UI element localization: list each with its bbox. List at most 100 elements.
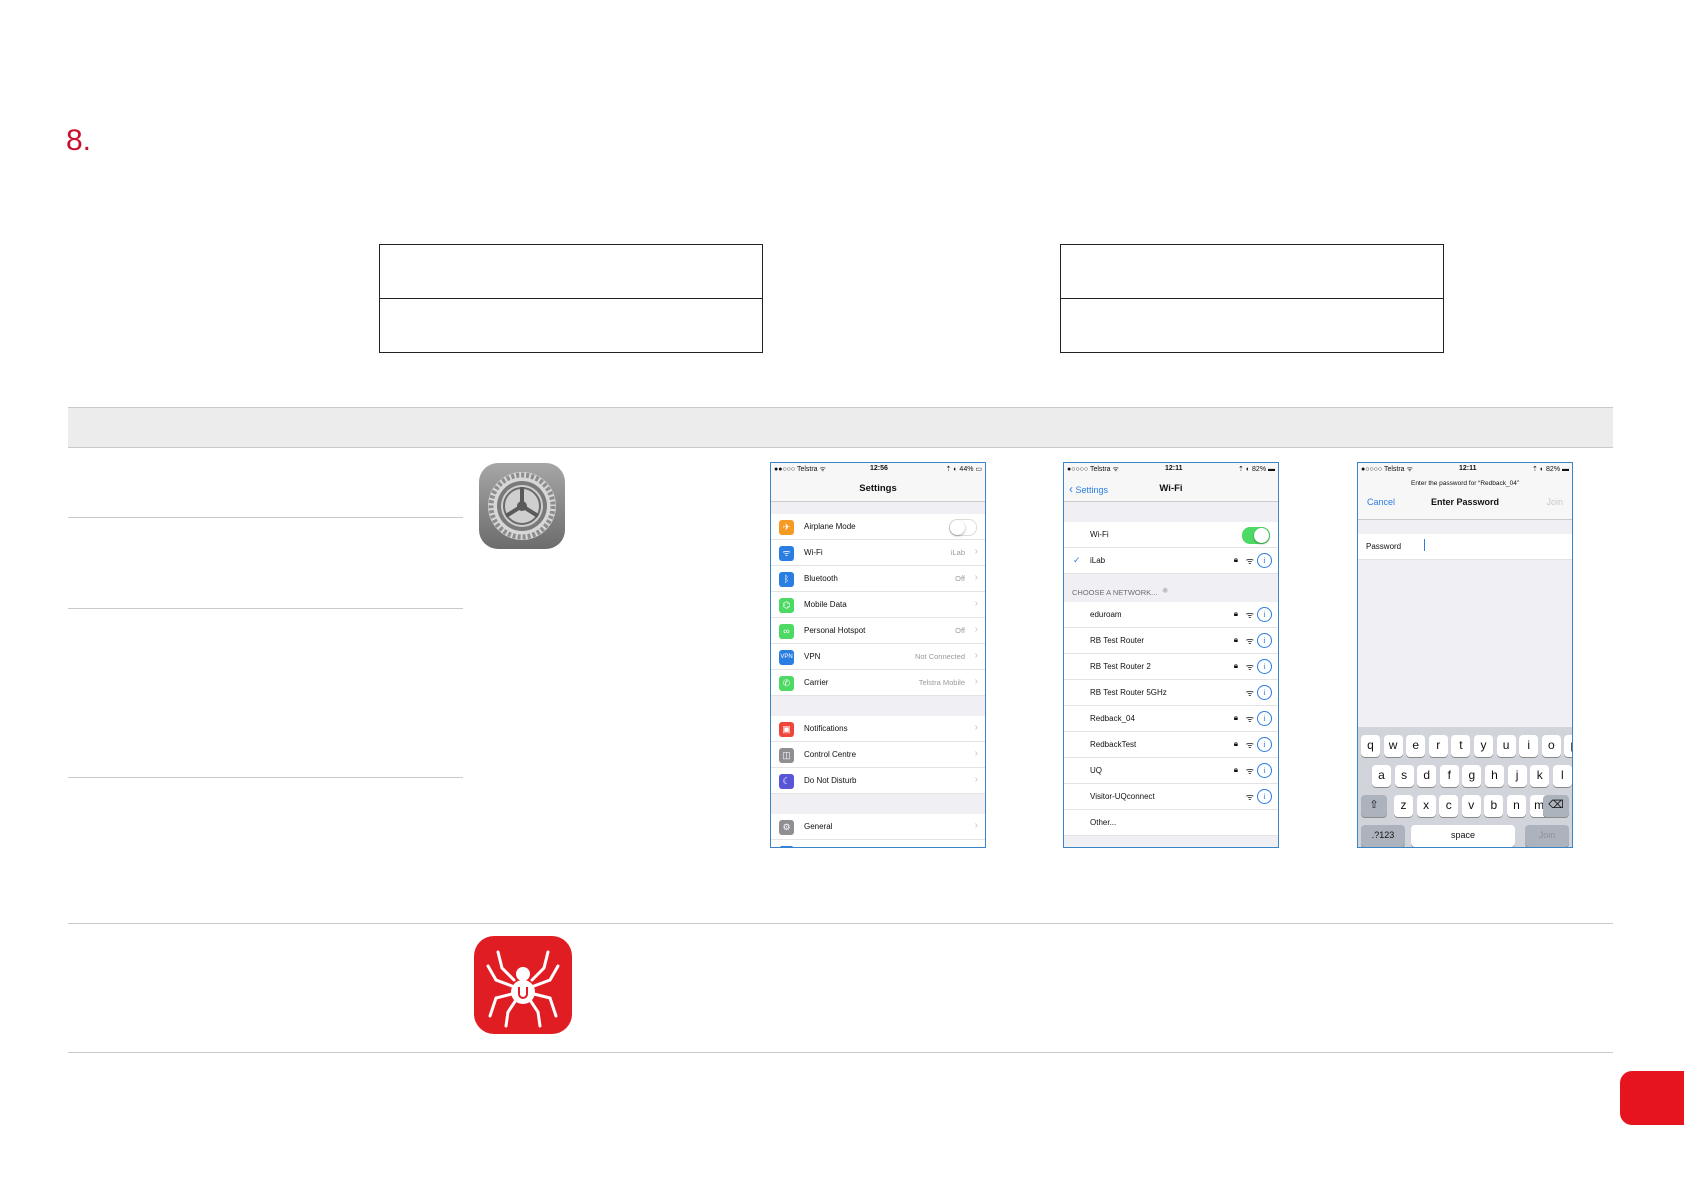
settings-row-value: Telstra Mobile [918,678,965,687]
wifi-signal-icon: ᯤ [1245,662,1254,672]
network-row[interactable]: RB Test Router 2 🔒︎ ᯤ i [1064,654,1278,680]
key-r[interactable]: r [1428,735,1448,757]
network-row[interactable]: RB Test Router 🔒︎ ᯤ i [1064,628,1278,654]
network-row[interactable]: eduroam 🔒︎ ᯤ i [1064,602,1278,628]
network-row[interactable]: RB Test Router 5GHz ᯤ i [1064,680,1278,706]
wifi-signal-icon: ᯤ [1245,556,1254,566]
space-key[interactable]: space [1411,825,1515,847]
settings-row[interactable]: ✆ Carrier Telstra Mobile › [771,670,985,696]
key-h[interactable]: h [1485,765,1504,787]
info-icon[interactable]: i [1257,685,1272,700]
key-g[interactable]: g [1462,765,1482,787]
network-name: RedbackTest [1090,740,1137,749]
network-name: RB Test Router 5GHz [1090,688,1167,697]
chevron-right-icon: › [974,748,978,759]
settings-row[interactable]: ᛒ Bluetooth Off › [771,566,985,592]
airplane-mode-toggle[interactable] [949,519,977,536]
numbers-key[interactable]: .?123 [1361,825,1405,847]
settings-row[interactable]: AADisplay & Brightness› [771,840,985,847]
status-time: 12:56 [870,465,888,472]
row-divider [68,777,463,778]
key-j[interactable]: j [1507,765,1527,787]
key-l[interactable]: l [1552,765,1572,787]
hotspot-icon: ∞ [779,624,794,639]
settings-row[interactable]: ☾ Do Not Disturb › [771,768,985,794]
network-name: RB Test Router [1090,636,1145,645]
key-z[interactable]: z [1394,795,1413,817]
phone-wifi-screen: ●○○○○ Telstra ᯤ 12:11 ⇡ ◐ 82% ▬ ‹ Settin… [1063,462,1279,848]
key-s[interactable]: s [1394,765,1414,787]
wifi-signal-icon: ᯤ [1245,740,1254,750]
choose-network-label: CHOOSE A NETWORK... [1072,588,1158,597]
settings-row-label: Do Not Disturb [804,776,857,785]
shift-key[interactable]: ⇧ [1361,795,1387,817]
display-icon: AA [779,846,794,847]
info-icon[interactable]: i [1257,633,1272,648]
info-icon[interactable]: i [1257,711,1272,726]
key-e[interactable]: e [1406,735,1426,757]
key-i[interactable]: i [1519,735,1539,757]
info-icon[interactable]: i [1257,607,1272,622]
row-divider [68,1052,1613,1053]
info-icon[interactable]: i [1257,659,1272,674]
key-q[interactable]: q [1361,735,1380,757]
key-w[interactable]: w [1383,735,1403,757]
network-row[interactable]: Visitor-UQconnect ᯤ i [1064,784,1278,810]
settings-row[interactable]: ᯤ Wi-Fi iLab › [771,540,985,566]
settings-row[interactable]: ⌬ Mobile Data › [771,592,985,618]
settings-row-value: Off [955,626,965,635]
settings-row-label: Notifications [804,724,848,733]
settings-row[interactable]: ▣ Notifications › [771,716,985,742]
airplane-icon: ✈ [779,520,794,535]
chevron-right-icon: › [974,650,978,661]
wifi-toggle-row: Wi-Fi [1064,522,1278,548]
key-b[interactable]: b [1484,795,1504,817]
key-o[interactable]: o [1541,735,1561,757]
key-y[interactable]: y [1474,735,1493,757]
settings-row[interactable]: ✈ Airplane Mode [771,514,985,540]
wifi-toggle[interactable] [1242,527,1270,544]
wifi-label: Wi-Fi [1090,530,1109,539]
key-d[interactable]: d [1417,765,1437,787]
lock-icon: 🔒︎ [1233,555,1238,564]
join-button-top[interactable]: Join [1546,497,1563,507]
key-c[interactable]: c [1439,795,1459,817]
key-k[interactable]: k [1530,765,1550,787]
chevron-right-icon: › [974,676,978,687]
info-icon[interactable]: i [1257,737,1272,752]
network-row[interactable]: Redback_04 🔒︎ ᯤ i [1064,706,1278,732]
settings-row-label: VPN [804,652,821,661]
info-icon[interactable]: i [1257,789,1272,804]
lock-icon: 🔒︎ [1233,661,1238,670]
join-key[interactable]: Join [1525,825,1569,847]
control-centre-icon: ◫ [779,748,794,763]
box-row-bottom [1061,299,1443,353]
settings-row[interactable]: ◫ Control Centre › [771,742,985,768]
keyboard: qwertyuiopasdfghjklzxcvbnm⇧⌫.?123spaceJo… [1358,727,1572,847]
lock-icon: 🔒︎ [1233,739,1238,748]
lock-icon: 🔒︎ [1233,765,1238,774]
key-n[interactable]: n [1507,795,1526,817]
backspace-key[interactable]: ⌫ [1543,795,1569,817]
password-input[interactable] [1424,539,1425,551]
key-f[interactable]: f [1439,765,1459,787]
settings-row[interactable]: VPN VPN Not Connected › [771,644,985,670]
key-v[interactable]: v [1461,795,1481,817]
key-u[interactable]: u [1496,735,1516,757]
settings-row[interactable]: ⚙ General › [771,814,985,840]
info-icon[interactable]: i [1257,553,1272,568]
connected-network-row[interactable]: ✓ iLab 🔒︎ ᯤ i [1064,548,1278,574]
key-x[interactable]: x [1416,795,1436,817]
key-p[interactable]: p [1564,735,1572,757]
network-row[interactable]: UQ 🔒︎ ᯤ i [1064,758,1278,784]
spider-app-icon [474,936,572,1034]
network-row[interactable]: RedbackTest 🔒︎ ᯤ i [1064,732,1278,758]
network-row[interactable]: Other... [1064,810,1278,836]
info-icon[interactable]: i [1257,763,1272,778]
chevron-right-icon: › [974,820,978,831]
settings-row-label: Control Centre [804,750,857,759]
key-a[interactable]: a [1372,765,1391,787]
settings-row[interactable]: ∞ Personal Hotspot Off › [771,618,985,644]
key-t[interactable]: t [1451,735,1471,757]
phone-settings-screen: ●●○○○ Telstra ᯤ 12:56 ⇡ ◐ 44% ▭ Settings… [770,462,986,848]
